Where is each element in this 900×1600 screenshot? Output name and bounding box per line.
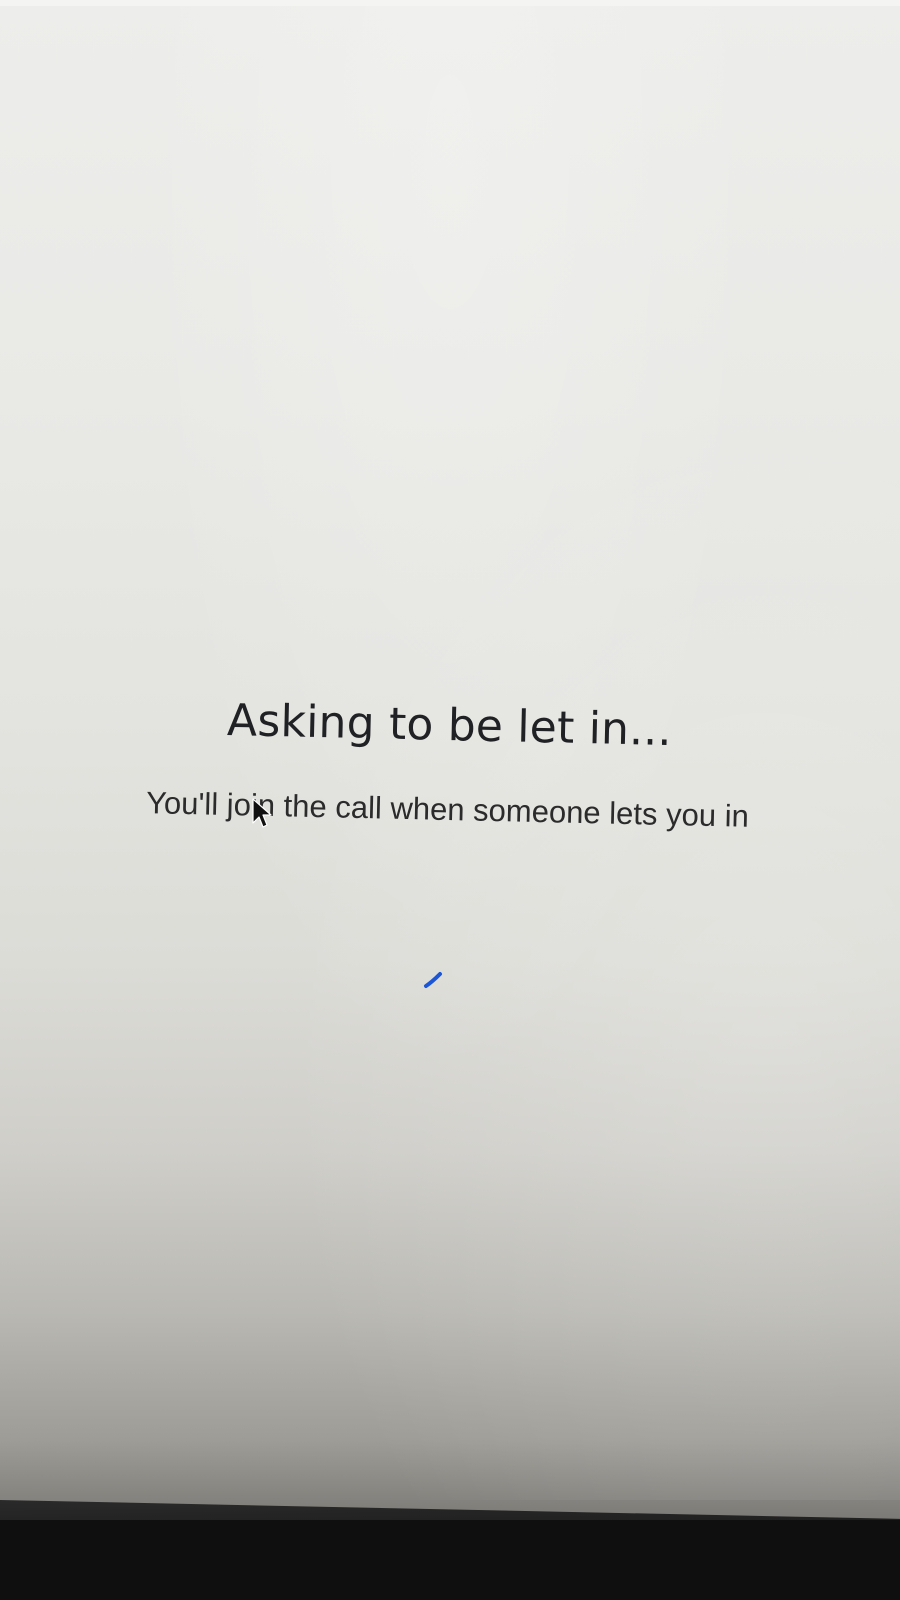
monitor-bezel-lower <box>0 1520 900 1600</box>
waiting-title: Asking to be let in... <box>226 694 673 757</box>
loading-spinner-icon <box>424 972 442 988</box>
waiting-message: Asking to be let in... You'll join the c… <box>47 691 850 842</box>
meeting-lobby-screen: Asking to be let in... You'll join the c… <box>0 0 900 1500</box>
waiting-subtitle: You'll join the call when someone lets y… <box>145 785 750 834</box>
mouse-cursor-icon <box>252 798 272 828</box>
screen-top-edge <box>0 0 900 6</box>
